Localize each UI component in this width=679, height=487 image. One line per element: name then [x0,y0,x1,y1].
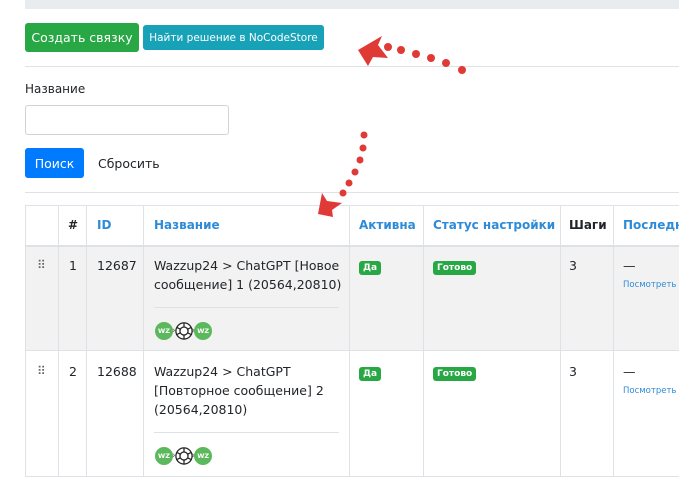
row-last: — [623,258,636,273]
row-number: 1 [69,258,77,273]
app-chain: WZ › › WZ [155,446,213,466]
name-filter-label: Название [25,82,86,96]
active-badge: Да [359,261,382,275]
header-status[interactable]: Статус настройки [433,218,555,232]
row-name-line[interactable]: [Повторное сообщение] 2 [154,381,324,400]
header-steps: Шаги [569,218,607,232]
row-id: 12688 [97,364,137,379]
header-number: # [68,218,79,232]
row-name-line[interactable]: Wazzup24 > ChatGPT [154,362,291,381]
status-badge: Готово [433,261,477,275]
drag-handle-icon[interactable]: ⠿ [37,258,46,272]
row-number: 2 [69,364,77,379]
chatgpt-icon [174,447,193,465]
wazzup-icon: WZ [194,447,213,465]
row-steps: 3 [569,364,577,379]
row-steps: 3 [569,258,577,273]
divider [25,192,679,193]
row-name-line[interactable]: Wazzup24 > ChatGPT [Новое [154,256,339,275]
view-link[interactable]: Посмотреть [623,386,676,396]
app-chain: WZ › › WZ [155,321,213,341]
find-in-nocodestore-button[interactable]: Найти решение в NoCodeStore [143,25,324,50]
row-last: — [623,364,636,379]
divider [25,66,679,67]
row-name-line[interactable]: (20564,20810) [154,400,247,419]
wazzup-icon: WZ [155,322,173,340]
active-badge: Да [359,367,382,381]
name-filter-input[interactable] [25,105,229,135]
reset-link[interactable]: Сбросить [98,156,160,171]
bundles-table: # ID Название Активна Статус настройки Ш… [25,205,679,477]
status-badge: Готово [433,367,477,381]
create-bundle-button[interactable]: Создать связку [25,23,139,52]
wazzup-icon: WZ [194,322,213,340]
header-last[interactable]: Последн [623,218,679,232]
search-button[interactable]: Поиск [25,148,84,178]
row-id: 12687 [97,258,137,273]
view-link[interactable]: Посмотреть [623,280,676,290]
row-name-line[interactable]: сообщение] 1 (20564,20810) [154,275,341,294]
header-active[interactable]: Активна [359,218,416,232]
chatgpt-icon [174,322,193,340]
drag-handle-icon[interactable]: ⠿ [37,364,46,378]
top-panel [25,0,679,9]
header-id[interactable]: ID [97,218,111,232]
wazzup-icon: WZ [155,447,173,465]
header-name[interactable]: Название [154,218,220,232]
